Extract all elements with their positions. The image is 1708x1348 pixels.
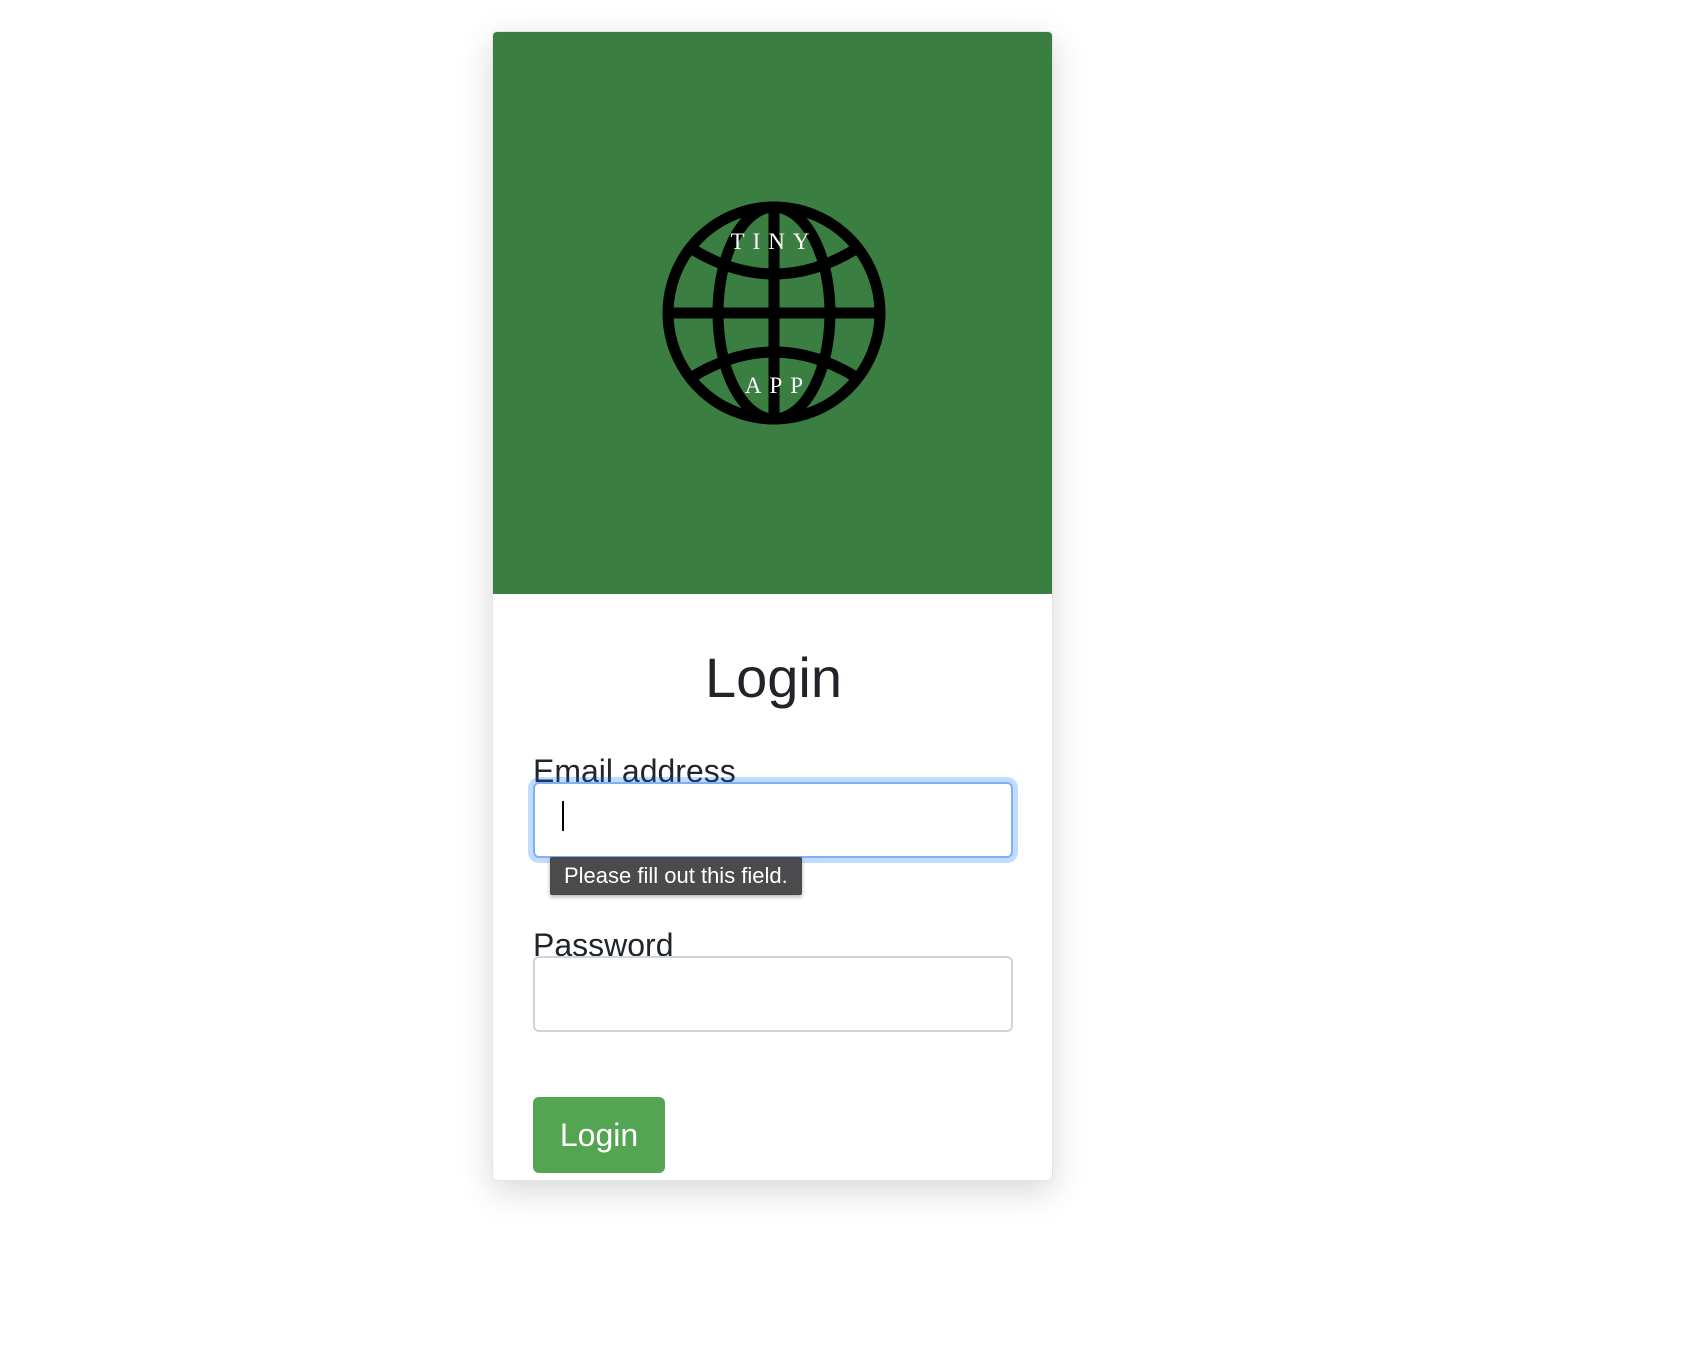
- validation-tooltip: Please fill out this field.: [550, 857, 802, 895]
- login-card: TINY APP Login Email address Please fill…: [492, 31, 1053, 1181]
- globe-icon: TINY APP: [662, 201, 886, 425]
- logo-text-bottom: APP: [745, 373, 811, 398]
- login-form: Login Email address Please fill out this…: [493, 594, 1052, 1180]
- logo-banner: TINY APP: [493, 32, 1052, 594]
- login-button[interactable]: Login: [533, 1097, 665, 1173]
- page-title: Login: [704, 646, 843, 709]
- logo-text-top: TINY: [731, 229, 818, 254]
- email-field[interactable]: [533, 782, 1013, 858]
- password-field[interactable]: [533, 956, 1013, 1032]
- text-cursor: [562, 801, 564, 831]
